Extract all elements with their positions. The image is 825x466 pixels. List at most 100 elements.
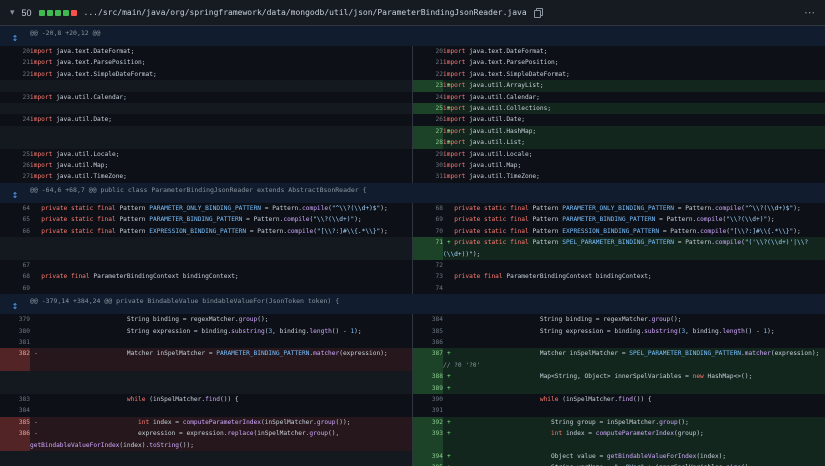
addition-marker: + xyxy=(447,451,451,462)
new-line-number[interactable]: 25 xyxy=(412,103,443,114)
old-line-number[interactable]: 380 xyxy=(0,326,30,337)
new-line-number[interactable]: 74 xyxy=(412,283,443,294)
new-line-number[interactable]: 393 xyxy=(412,428,443,451)
new-line-number[interactable]: 71 xyxy=(412,237,443,260)
new-line-number[interactable]: 386 xyxy=(412,337,443,348)
old-line-number[interactable]: 65 xyxy=(0,214,30,225)
old-line-number[interactable]: 20 xyxy=(0,46,30,57)
chevron-down-icon[interactable]: ▾ xyxy=(10,8,15,18)
kebab-menu-icon[interactable]: ⋯ xyxy=(804,6,815,19)
new-code-cell: + Matcher inSpelMatcher = SPEL_PARAMETER… xyxy=(443,348,825,371)
file-path[interactable]: .../src/main/java/org/springframework/da… xyxy=(84,8,527,17)
new-line-number[interactable]: 31 xyxy=(412,171,443,182)
new-line-number[interactable]: 29 xyxy=(412,149,443,160)
old-line-number[interactable]: 22 xyxy=(0,69,30,80)
code-text: import java.util.Date; xyxy=(30,114,412,125)
old-line-number[interactable]: 69 xyxy=(0,283,30,294)
expand-diff-icon[interactable]: ↕ xyxy=(12,188,19,203)
copy-path-icon[interactable] xyxy=(534,8,543,18)
old-code-cell xyxy=(30,337,412,348)
new-line-number[interactable]: 390 xyxy=(412,394,443,405)
new-code-cell: import java.text.SimpleDateFormat; xyxy=(443,69,825,80)
old-line-number[interactable]: 386 xyxy=(0,428,30,451)
diff-row: 71+ private static final Pattern SPEL_PA… xyxy=(0,237,825,260)
diff-row: 25import java.util.Locale;29import java.… xyxy=(0,149,825,160)
diff-row: 65 private static final Pattern PARAMETE… xyxy=(0,214,825,225)
code-text: import java.text.DateFormat; xyxy=(443,46,825,57)
addition-marker: + xyxy=(447,371,451,382)
expand-diff-icon[interactable]: ↕ xyxy=(12,31,19,46)
new-line-number[interactable]: 388 xyxy=(412,371,443,382)
code-text: import java.text.SimpleDateFormat; xyxy=(30,69,412,80)
new-line-number[interactable]: 27 xyxy=(412,126,443,137)
old-line-number[interactable]: 26 xyxy=(0,160,30,171)
expand-diff-icon[interactable]: ↕ xyxy=(12,299,19,314)
diff-row: 23+import java.util.ArrayList; xyxy=(0,80,825,91)
code-text: import java.util.Locale; xyxy=(443,149,825,160)
old-line-number[interactable]: 383 xyxy=(0,394,30,405)
new-code-cell: import java.util.TimeZone; xyxy=(443,171,825,182)
diffstat-square-add xyxy=(39,10,45,16)
old-line-number[interactable]: 66 xyxy=(0,226,30,237)
new-line-number[interactable]: 26 xyxy=(412,114,443,125)
old-code-cell: import java.text.DateFormat; xyxy=(30,46,412,57)
addition-marker: + xyxy=(447,348,451,359)
old-line-number[interactable]: 67 xyxy=(0,260,30,271)
diff-row: 64 private static final Pattern PARAMETE… xyxy=(0,203,825,214)
old-line-number[interactable]: 385 xyxy=(0,417,30,428)
new-line-number[interactable]: 387 xyxy=(412,348,443,371)
old-line-number[interactable]: 25 xyxy=(0,149,30,160)
hunk-header-row: ↕@@ -20,8 +20,12 @@ xyxy=(0,26,825,46)
code-text: private static final Pattern PARAMETER_B… xyxy=(443,214,825,225)
new-line-number[interactable]: 21 xyxy=(412,57,443,68)
code-text: import java.util.Map; xyxy=(443,160,825,171)
addition-marker: + xyxy=(447,462,451,466)
diffstat-square-add xyxy=(55,10,61,16)
new-line-number[interactable]: 394 xyxy=(412,451,443,462)
diff-row: 27import java.util.TimeZone;31import jav… xyxy=(0,171,825,182)
code-text: import java.util.List; xyxy=(443,137,825,148)
old-line-number[interactable]: 24 xyxy=(0,114,30,125)
new-line-number[interactable]: 384 xyxy=(412,314,443,325)
code-text: import java.util.TimeZone; xyxy=(30,171,412,182)
new-line-number[interactable]: 391 xyxy=(412,405,443,416)
old-line-number[interactable]: 23 xyxy=(0,92,30,103)
hunk-context: private BindableValue bindableValueFor(J… xyxy=(112,297,339,305)
new-line-number[interactable]: 395 xyxy=(412,462,443,466)
old-line-number[interactable]: 64 xyxy=(0,203,30,214)
old-code-cell: String binding = regexMatcher.group(); xyxy=(30,314,412,325)
new-line-number[interactable]: 68 xyxy=(412,203,443,214)
code-text: private static final Pattern EXPRESSION_… xyxy=(443,226,825,237)
old-line-number[interactable]: 21 xyxy=(0,57,30,68)
code-text: while (inSpelMatcher.find()) { xyxy=(443,394,825,405)
code-text: int index = computeParameterIndex(inSpel… xyxy=(30,417,412,428)
old-line-number[interactable]: 382 xyxy=(0,348,30,371)
new-line-number[interactable]: 392 xyxy=(412,417,443,428)
old-line-number[interactable]: 68 xyxy=(0,271,30,282)
old-line-number[interactable]: 379 xyxy=(0,314,30,325)
new-line-number[interactable]: 30 xyxy=(412,160,443,171)
old-line-number[interactable]: 27 xyxy=(0,171,30,182)
new-line-number[interactable]: 24 xyxy=(412,92,443,103)
old-line-number xyxy=(0,137,30,148)
diff-row: 23import java.util.Calendar;24import jav… xyxy=(0,92,825,103)
new-line-number[interactable]: 385 xyxy=(412,326,443,337)
new-line-number[interactable]: 20 xyxy=(412,46,443,57)
old-code-cell xyxy=(30,462,412,466)
diff-row: 66 private static final Pattern EXPRESSI… xyxy=(0,226,825,237)
new-line-number[interactable]: 73 xyxy=(412,271,443,282)
new-line-number[interactable]: 22 xyxy=(412,69,443,80)
old-code-cell: import java.util.Map; xyxy=(30,160,412,171)
code-text xyxy=(30,337,412,348)
new-line-number[interactable]: 72 xyxy=(412,260,443,271)
new-line-number[interactable]: 23 xyxy=(412,80,443,91)
new-code-cell: while (inSpelMatcher.find()) { xyxy=(443,394,825,405)
addition-marker: + xyxy=(447,237,451,248)
new-line-number[interactable]: 28 xyxy=(412,137,443,148)
old-line-number[interactable]: 381 xyxy=(0,337,30,348)
code-text: Map<String, Object> innerSpelVariables =… xyxy=(443,371,825,382)
new-line-number[interactable]: 70 xyxy=(412,226,443,237)
new-line-number[interactable]: 389 xyxy=(412,383,443,394)
new-line-number[interactable]: 69 xyxy=(412,214,443,225)
old-line-number[interactable]: 384 xyxy=(0,405,30,416)
